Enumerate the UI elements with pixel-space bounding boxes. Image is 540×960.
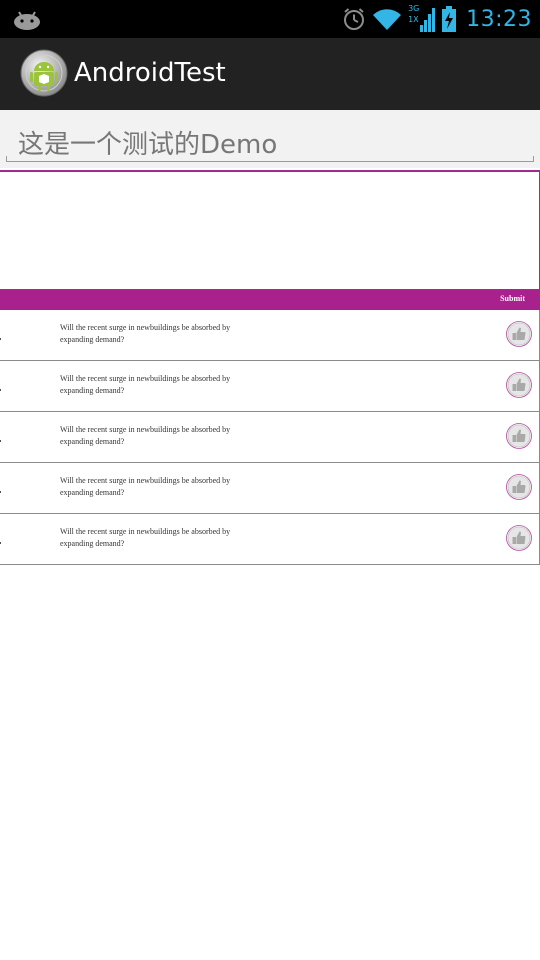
row-marker [0, 389, 1, 391]
question-line-1: Will the recent surge in newbuildings be… [60, 323, 231, 332]
demo-text-field[interactable]: 这是一个测试的Demo [6, 112, 534, 162]
question-line-2: expanding demand? [60, 538, 125, 548]
question-line-1: Will the recent surge in newbuildings be… [60, 527, 231, 536]
row-marker [0, 491, 1, 493]
text-field-underline [6, 161, 534, 162]
question-line-2: expanding demand? [60, 385, 125, 395]
question-line-2: expanding demand? [60, 334, 125, 344]
question-line-1: Will the recent surge in newbuildings be… [60, 374, 231, 383]
list-item[interactable]: Will the recent surge in newbuildings be… [0, 361, 540, 412]
submit-button[interactable]: Submit [500, 294, 525, 303]
underline-right-tick [533, 156, 534, 162]
thumbs-up-icon[interactable] [505, 473, 533, 501]
question-line-1: Will the recent surge in newbuildings be… [60, 476, 231, 485]
cellular-signal-icon: 3G 1X [408, 4, 436, 33]
demo-text-value[interactable]: 这是一个测试的Demo [18, 124, 277, 161]
list-item[interactable]: Will the recent surge in newbuildings be… [0, 310, 540, 361]
question-list: Will the recent surge in newbuildings be… [0, 310, 540, 565]
row-marker [0, 338, 1, 340]
thumbs-up-icon[interactable] [505, 320, 533, 348]
android-app-logo-icon[interactable] [20, 49, 68, 97]
battery-charging-icon [442, 6, 457, 32]
list-item[interactable]: Will the recent surge in newbuildings be… [0, 514, 540, 565]
android-debug-icon [14, 11, 40, 30]
list-item[interactable]: Will the recent surge in newbuildings be… [0, 412, 540, 463]
wifi-icon [373, 9, 402, 30]
question-line-2: expanding demand? [60, 487, 125, 497]
webview-content-box[interactable] [0, 170, 540, 291]
action-bar: AndroidTest [0, 38, 540, 110]
row-marker [0, 542, 1, 544]
question-line-2: expanding demand? [60, 436, 125, 446]
question-text: Will the recent surge in newbuildings be… [60, 526, 270, 549]
underline-left-tick [6, 156, 7, 162]
question-text: Will the recent surge in newbuildings be… [60, 322, 270, 345]
status-bar: 3G 1X 13:23 [0, 0, 540, 38]
question-text: Will the recent surge in newbuildings be… [60, 424, 270, 447]
alarm-clock-icon [344, 8, 365, 30]
thumbs-up-icon[interactable] [505, 524, 533, 552]
thumbs-up-icon[interactable] [505, 422, 533, 450]
thumbs-up-icon[interactable] [505, 371, 533, 399]
list-item[interactable]: Will the recent surge in newbuildings be… [0, 463, 540, 514]
submit-bar: Submit [0, 290, 540, 310]
row-marker [0, 440, 1, 442]
question-line-1: Will the recent surge in newbuildings be… [60, 425, 231, 434]
question-text: Will the recent surge in newbuildings be… [60, 373, 270, 396]
status-clock: 13:23 [466, 6, 532, 32]
question-text: Will the recent surge in newbuildings be… [60, 475, 270, 498]
app-title: AndroidTest [74, 58, 226, 88]
